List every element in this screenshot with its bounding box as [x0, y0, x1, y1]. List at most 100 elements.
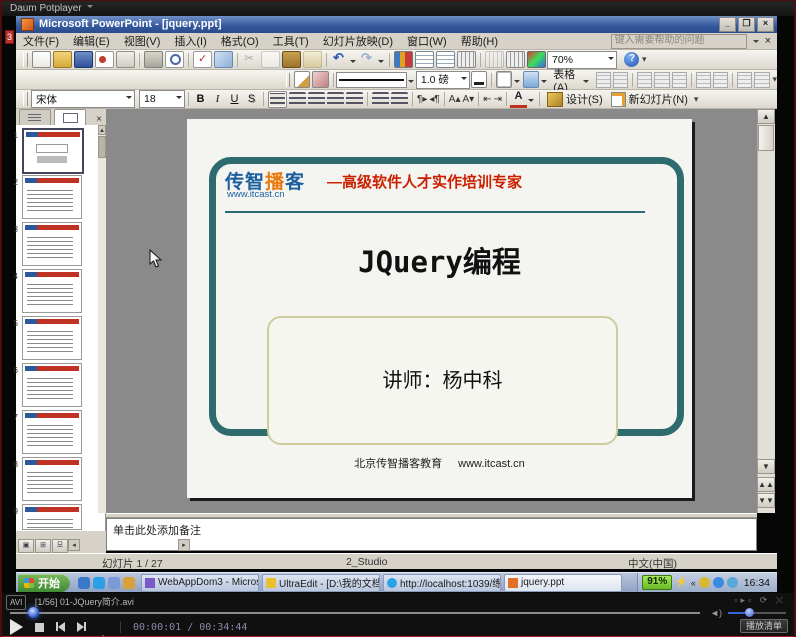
shadow-button[interactable]: S	[243, 91, 260, 107]
tray-messenger-icon[interactable]	[713, 577, 724, 588]
insert-table-icon[interactable]	[415, 51, 434, 68]
toolbar-overflow-icon[interactable]: ▾	[694, 94, 699, 105]
slide-thumbnail-2[interactable]	[22, 175, 82, 219]
minimize-button[interactable]: _	[719, 17, 736, 32]
quicklaunch-explorer-icon[interactable]	[108, 577, 120, 589]
align-left-button[interactable]	[268, 91, 287, 108]
open-media-button[interactable]	[98, 618, 108, 636]
thumbnails-scrollbar[interactable]	[98, 125, 106, 513]
line-weight-combo[interactable]: 1.0 磅	[416, 71, 470, 89]
restore-button[interactable]: ❐	[738, 17, 755, 32]
playlist-button[interactable]: 播放清单	[740, 619, 788, 633]
menu-insert[interactable]: 插入(I)	[167, 33, 213, 49]
undo-icon[interactable]	[331, 52, 348, 67]
print-icon[interactable]	[144, 51, 163, 68]
zoom-dropdown-icon[interactable]	[608, 57, 614, 63]
tray-key-icon[interactable]	[699, 577, 710, 588]
seek-bar[interactable]	[10, 612, 700, 614]
tray-network-icon[interactable]	[727, 577, 738, 588]
toolbar-grip[interactable]	[23, 92, 28, 106]
previous-button[interactable]	[56, 618, 65, 636]
task-browser[interactable]: http://localhost:1039/练...	[383, 574, 501, 592]
email-icon[interactable]	[116, 51, 135, 68]
menu-tools[interactable]: 工具(T)	[266, 33, 316, 49]
player-view-icons[interactable]: ▫▸▫ ⟳ ⤬	[734, 595, 786, 606]
toolbar-overflow-icon[interactable]: ▾	[773, 74, 778, 85]
tray-chevron-icon[interactable]: «	[691, 578, 696, 588]
italic-button[interactable]: I	[209, 91, 226, 107]
menu-format[interactable]: 格式(O)	[214, 33, 266, 49]
columns-button[interactable]	[346, 92, 363, 107]
thumbnails-scroll-thumb[interactable]	[98, 136, 106, 158]
font-color-button[interactable]: A	[510, 90, 527, 108]
start-button[interactable]: 开始	[18, 574, 70, 592]
line-weight-dropdown-icon[interactable]	[461, 77, 467, 83]
menu-window[interactable]: 窗口(W)	[400, 33, 454, 49]
pane-close-icon[interactable]: ×	[96, 114, 102, 125]
menubar-close-icon[interactable]: ×	[765, 35, 771, 47]
distribute-rows-icon[interactable]	[696, 72, 711, 88]
font-size-combo[interactable]: 18	[139, 90, 185, 108]
split-cells-icon[interactable]	[613, 72, 628, 88]
task-webapp[interactable]: WebAppDom3 - Microsof...	[141, 574, 259, 592]
table-menu-dropdown-icon[interactable]	[583, 80, 589, 86]
help-icon[interactable]	[624, 52, 639, 67]
fill-dropdown-icon[interactable]	[541, 80, 547, 86]
help-question-input[interactable]: 键入需要帮助的问题	[611, 34, 747, 49]
increase-font-icon[interactable]: A▴	[449, 94, 461, 105]
slide-thumbnail-4[interactable]	[22, 269, 82, 313]
redo-icon[interactable]	[359, 52, 376, 67]
scroll-up-icon[interactable]: ▲	[757, 109, 775, 124]
font-name-combo[interactable]: 宋体	[31, 90, 135, 108]
decrease-indent-icon[interactable]: ⇤	[483, 94, 491, 105]
table-direction2-icon[interactable]	[754, 72, 769, 88]
slideshow-view-icon[interactable]: 모	[52, 539, 68, 553]
play-button[interactable]	[10, 619, 23, 635]
ltr-text-icon[interactable]: ¶▸	[417, 94, 427, 105]
close-button[interactable]: ×	[757, 17, 774, 32]
draw-table-icon[interactable]	[294, 71, 310, 88]
toolbar-overflow-icon[interactable]: ▾	[642, 54, 647, 65]
align-top-icon[interactable]	[637, 72, 652, 88]
align-center-button[interactable]	[289, 92, 306, 107]
next-slide-icon[interactable]: ▼▼	[757, 493, 775, 508]
cut-icon[interactable]	[242, 52, 259, 67]
menu-view[interactable]: 视图(V)	[117, 33, 168, 49]
research-icon[interactable]	[214, 51, 233, 68]
fill-color-icon[interactable]	[523, 71, 539, 88]
redo-dropdown-icon[interactable]	[378, 60, 384, 66]
line-style-dropdown-icon[interactable]	[408, 80, 414, 86]
slide-thumbnail-5[interactable]	[22, 316, 82, 360]
save-icon[interactable]	[74, 51, 93, 68]
scroll-thumb[interactable]	[758, 125, 774, 151]
rtl-text-icon[interactable]: ◂¶	[429, 94, 439, 105]
font-color-dropdown-icon[interactable]	[528, 99, 534, 105]
outside-border-icon[interactable]	[496, 71, 512, 88]
menu-slideshow[interactable]: 幻灯片放映(D)	[316, 33, 400, 49]
design-button[interactable]: 设计(S)	[543, 91, 607, 108]
toolbar-grip[interactable]	[286, 73, 290, 87]
slide-thumbnail-8[interactable]	[22, 457, 82, 501]
task-ultraedit[interactable]: UltraEdit - [D:\我的文档...	[262, 574, 380, 592]
quicklaunch-desktop-icon[interactable]	[78, 577, 90, 589]
slide-thumbnail-3[interactable]	[22, 222, 82, 266]
new-slide-button[interactable]: 新幻灯片(N)	[607, 91, 692, 108]
chart-icon[interactable]	[394, 51, 413, 68]
task-powerpoint[interactable]: jquery.ppt	[504, 574, 622, 592]
volume-handle[interactable]	[745, 608, 754, 617]
bold-button[interactable]: B	[192, 91, 209, 107]
next-button[interactable]	[77, 618, 86, 636]
gridlines-icon[interactable]	[506, 51, 525, 68]
toolbar-grip[interactable]	[23, 53, 28, 67]
slide-thumbnail-7[interactable]	[22, 410, 82, 454]
tab-outline[interactable]	[19, 109, 51, 125]
permission-icon[interactable]	[95, 51, 114, 68]
hscroll-left-icon[interactable]: ◂	[68, 539, 80, 551]
show-formatting-icon[interactable]	[485, 51, 504, 68]
hscroll-right-icon[interactable]: ▸	[178, 539, 190, 551]
normal-view-icon[interactable]: ▣	[18, 539, 34, 553]
battery-indicator[interactable]: 91%	[642, 575, 672, 590]
slide-sorter-view-icon[interactable]: ⊞	[35, 539, 51, 553]
table-menu-button[interactable]: 表格(A)	[549, 71, 595, 88]
bullet-list-button[interactable]	[391, 92, 408, 107]
